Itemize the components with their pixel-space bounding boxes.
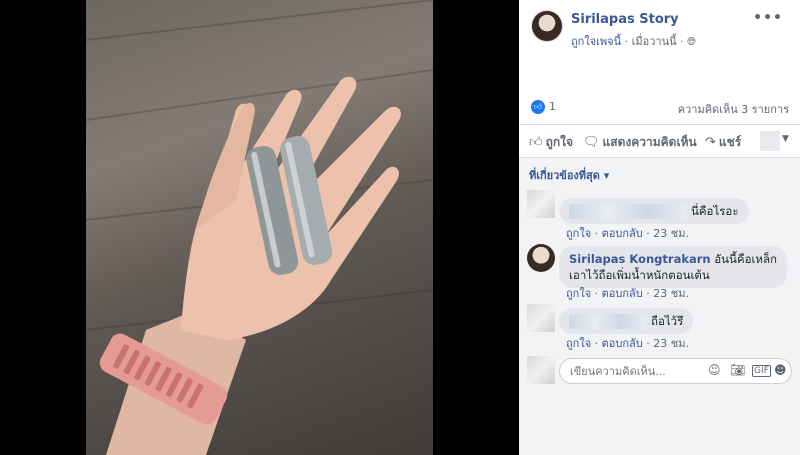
comment-time[interactable]: 23 ชม.	[653, 227, 689, 240]
like-button[interactable]: 👍︎ ถูกใจ	[529, 133, 573, 152]
camera-icon[interactable]: 📷︎	[730, 363, 745, 377]
post-stats: 👍︎ 1 ความคิดเห็น 3 รายการ	[531, 100, 789, 116]
comment-input[interactable]	[570, 363, 700, 379]
comment-bubble: ถือไว้รึ	[559, 308, 694, 334]
comment-text-line2: เอาไว้ถือเพิ่มน้ำหนักตอนเต้น	[569, 268, 710, 282]
liked-page-label[interactable]: ถูกใจเพจนี้	[571, 35, 621, 48]
post-header: Sirilapas Story ถูกใจเพจนี้ · เมื่อวานนี…	[531, 10, 791, 50]
page-reply-avatar[interactable]	[527, 244, 555, 272]
like-button-label: ถูกใจ	[545, 135, 574, 149]
redacted-author-name	[569, 314, 647, 329]
comment-time[interactable]: 23 ชม.	[653, 287, 689, 300]
post-meta: ถูกใจเพจนี้ · เมื่อวานนี้ · 🌐︎	[571, 32, 696, 50]
comment-meta: ถูกใจ · ตอบกลับ · 23 ชม.	[566, 337, 689, 350]
comment-meta: ถูกใจ · ตอบกลับ · 23 ชม.	[566, 227, 689, 240]
more-options-icon[interactable]: •••	[753, 10, 783, 26]
chevron-down-icon[interactable]: ▼	[782, 134, 789, 144]
comment-icon: 🗨︎	[583, 135, 600, 150]
current-user-avatar	[527, 356, 555, 384]
comment-count[interactable]: ความคิดเห็น 3 รายการ	[678, 100, 789, 118]
comment-like-link[interactable]: ถูกใจ	[566, 227, 591, 240]
comment-author[interactable]: Sirilapas Kongtrakarn	[569, 252, 711, 266]
thumbs-up-icon: 👍︎	[529, 135, 543, 150]
post-time[interactable]: เมื่อวานนี้	[632, 35, 677, 48]
sticker-icon[interactable]: ☻	[774, 363, 787, 377]
gif-icon[interactable]: GIF	[752, 365, 771, 377]
page-name-link[interactable]: Sirilapas Story	[571, 12, 679, 27]
share-button-label: แชร์	[718, 135, 742, 149]
commenter-avatar[interactable]	[527, 190, 555, 218]
share-button[interactable]: ↷ แชร์	[705, 133, 741, 152]
comment-time[interactable]: 23 ชม.	[653, 337, 689, 350]
globe-icon: 🌐︎	[687, 35, 696, 48]
comment-composer[interactable]: ☺ 📷︎ GIF ☻	[559, 358, 792, 384]
comment-filter-dropdown[interactable]: ที่เกี่ยวข้องที่สุด ▾	[529, 166, 609, 184]
comment-like-link[interactable]: ถูกใจ	[566, 287, 591, 300]
comment-reply-link[interactable]: ตอบกลับ	[602, 227, 643, 240]
action-bar: 👍︎ ถูกใจ 🗨︎ แสดงความคิดเห็น ↷ แชร์ ▼	[519, 124, 800, 158]
post-photo[interactable]	[86, 0, 433, 455]
comment-reply-link[interactable]: ตอบกลับ	[602, 287, 643, 300]
share-icon: ↷	[705, 135, 716, 150]
comment-bubble: Sirilapas Kongtrakarn อันนี้คือเหล็ก เอา…	[559, 246, 788, 288]
comment-text-line1: อันนี้คือเหล็ก	[714, 252, 778, 266]
commenter-avatar[interactable]	[527, 304, 555, 332]
comments-section: ที่เกี่ยวข้องที่สุด ▾ นี่คือไรอะ ถูกใจ ·…	[519, 158, 800, 455]
comment-text: ถือไว้รึ	[651, 314, 684, 328]
photo-hand-holding-metal-bars	[86, 0, 433, 455]
post-sidebar: Sirilapas Story ถูกใจเพจนี้ · เมื่อวานนี…	[519, 0, 800, 455]
comment-reply-link[interactable]: ตอบกลับ	[602, 337, 643, 350]
like-reaction-icon[interactable]: 👍︎	[531, 100, 545, 114]
redacted-author-name	[569, 204, 687, 219]
comment-like-link[interactable]: ถูกใจ	[566, 337, 591, 350]
like-count[interactable]: 1	[549, 100, 556, 113]
comment-meta: ถูกใจ · ตอบกลับ · 23 ชม.	[566, 287, 689, 300]
emoji-icon[interactable]: ☺	[708, 363, 721, 377]
share-as-avatar[interactable]	[760, 131, 780, 151]
comment-button[interactable]: 🗨︎ แสดงความคิดเห็น	[583, 133, 697, 152]
comment-button-label: แสดงความคิดเห็น	[602, 135, 697, 149]
comment-text: นี่คือไรอะ	[691, 204, 739, 218]
photo-viewer[interactable]	[0, 0, 519, 455]
meta-separator: ·	[624, 35, 632, 48]
comment-bubble: นี่คือไรอะ	[559, 198, 749, 224]
page-avatar[interactable]	[531, 10, 563, 42]
